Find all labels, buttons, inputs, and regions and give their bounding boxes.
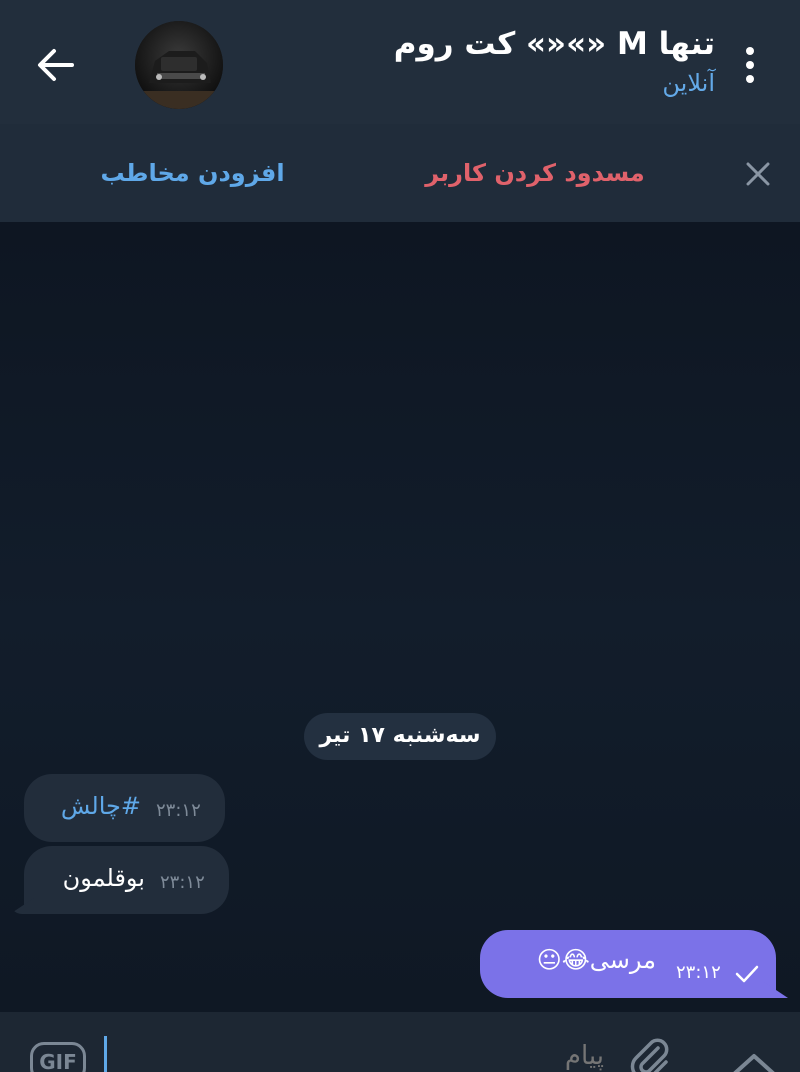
message-text: مرسی😂😐 [536,946,656,974]
more-vertical-icon-dot [746,75,754,83]
more-vertical-icon [746,47,754,55]
message-text-hashtag[interactable]: #چالش [61,792,141,820]
message-bubble-incoming[interactable]: #چالش ۲۳:۱۲ [24,774,225,842]
block-user-button[interactable]: مسدود کردن کاربر [425,152,645,194]
message-bubble-incoming[interactable]: بوقلمون ۲۳:۱۲ [24,846,229,914]
close-icon [746,162,770,186]
message-time: ۲۳:۱۲ [156,800,201,821]
avatar-image [135,21,223,109]
paperclip-icon [630,1038,669,1072]
chat-header: تنها M «»«» کت روم آنلاین [0,0,800,124]
more-vertical-icon-dot [746,61,754,69]
gif-button[interactable]: GIF [30,1042,86,1072]
message-time: ۲۳:۱۲ [676,962,721,983]
add-contact-button[interactable]: افزودن مخاطب [95,152,290,194]
message-input[interactable] [104,1036,604,1072]
arrow-left-icon [38,49,74,81]
sent-check-icon [735,965,759,983]
close-action-bar-button[interactable] [738,152,778,196]
avatar[interactable] [135,21,223,109]
chat-title-block[interactable]: تنها M «»«» کت روم آنلاین [245,22,715,100]
more-menu-button[interactable] [732,40,768,90]
chat-title: تنها M «»«» کت روم [393,26,715,62]
date-separator: سه‌شنبه ۱۷ تیر [304,713,496,760]
online-status: آنلاین [662,69,715,97]
message-time: ۲۳:۱۲ [160,872,205,893]
message-bubble-outgoing[interactable]: مرسی😂😐 ۲۳:۱۲ [480,930,776,998]
message-text: بوقلمون [62,864,145,892]
composer-bar: GIF [0,1012,800,1072]
action-bar: افزودن مخاطب مسدود کردن کاربر [0,124,800,222]
chevron-up-icon [733,1054,775,1072]
expand-button[interactable] [724,1042,784,1072]
attach-button[interactable] [626,1034,674,1072]
back-button[interactable] [28,40,84,90]
